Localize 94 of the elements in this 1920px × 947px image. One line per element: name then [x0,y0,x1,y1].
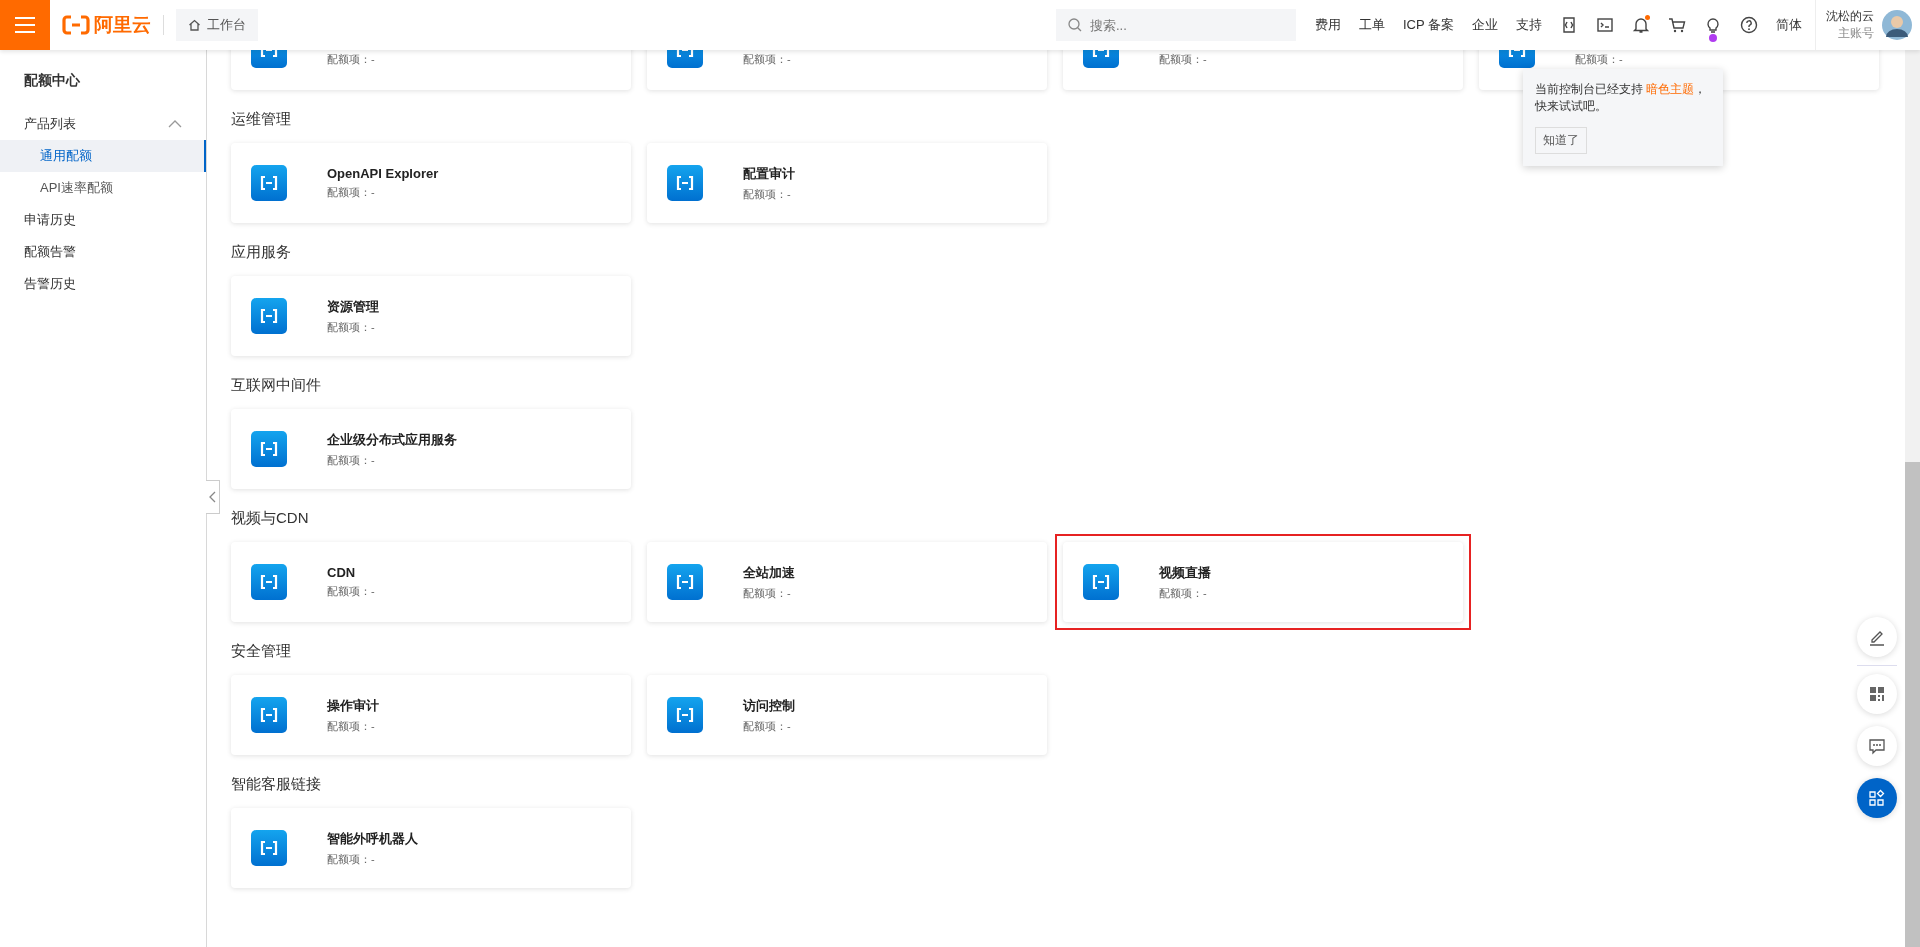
product-name: 访问控制 [743,696,795,715]
product-name: 全站加速 [743,563,795,582]
section-title: 运维管理 [231,109,291,129]
product-name: OpenAPI Explorer [327,166,439,181]
product-card[interactable]: 视频直播 配额项：- [1063,542,1463,622]
qr-code-icon [1868,685,1886,703]
quota-label: 配额项：- [327,52,375,67]
apps-icon [1868,789,1886,807]
product-icon [667,564,703,600]
section-title: 安全管理 [231,641,291,661]
product-card[interactable]: 全站加速 配额项：- [647,542,1047,622]
edit-button[interactable] [1857,617,1897,657]
menu-icon [14,16,36,34]
section-title: 互联网中间件 [231,375,321,395]
user-name: 沈松的云 [1826,8,1874,25]
product-icon [251,298,287,334]
nav-link[interactable]: 工单 [1358,16,1385,34]
product-icon [1083,564,1119,600]
quota-label: 配额项：- [327,185,376,200]
quota-label: 配额项：- [743,718,792,734]
sidebar-item[interactable]: 产品列表 [0,108,206,140]
product-card[interactable]: 访问控制 配额项：- [647,675,1047,755]
product-icon [251,697,287,733]
section-title: 视频与CDN [231,508,309,528]
quota-label: 配额项：- [327,718,376,734]
quota-label: 配额项：- [327,584,375,599]
product-icon [667,697,703,733]
product-icon [251,564,287,600]
search-field[interactable]: 搜索... [1055,9,1296,41]
workbench-button[interactable]: 工作台 [176,9,258,41]
product-card[interactable]: 企业级分布式应用服务 配额项：- [231,409,631,489]
quota-label: 配额项：- [1159,585,1208,601]
chat-icon [1868,737,1886,755]
avatar-icon[interactable] [1882,10,1912,40]
quota-label: 配额项：- [743,186,792,202]
product-card[interactable]: 配额项：- [1063,50,1463,90]
product-name: 操作审计 [327,696,379,715]
product-card[interactable]: 配额项：- [647,50,1047,90]
logo-icon [62,15,90,35]
product-name: 资源管理 [327,297,379,316]
cart-icon[interactable] [1668,16,1686,34]
sidebar-item[interactable]: 告警历史 [0,268,206,300]
chevron-left-icon [209,491,216,503]
sidebar-item[interactable]: 申请历史 [0,204,206,236]
product-card[interactable]: 资源管理 配额项：- [231,276,631,356]
sidebar-title: 配额中心 [23,71,81,90]
chat-button[interactable] [1857,726,1897,766]
section-title: 应用服务 [231,242,291,262]
tip-text: 当前控制台已经支持 暗色主题，快来试试吧。 [1535,81,1708,115]
qr-code-button[interactable] [1857,674,1897,714]
lightbulb-icon[interactable] [1704,16,1722,34]
product-name: 视频直播 [1159,563,1211,582]
quota-label: 配额项：- [1575,52,1623,67]
account-type: 主账号 [1838,25,1874,42]
quota-label: 配额项：- [327,452,376,468]
product-card[interactable]: 智能外呼机器人 配额项：- [231,808,631,888]
sidebar-item[interactable]: 配额告警 [0,236,206,268]
language-link[interactable]: 简体 [1776,16,1802,34]
product-icon [251,830,287,866]
menu-button[interactable] [0,0,50,50]
product-name: 智能外呼机器人 [327,829,418,848]
sidebar-item[interactable]: 通用配额 [0,140,206,172]
nav-link[interactable]: 企业 [1472,16,1498,34]
terminal-icon[interactable] [1596,16,1614,34]
bell-icon[interactable] [1632,16,1650,34]
brand-name: 阿里云 [94,13,151,37]
scrollbar[interactable] [1905,50,1920,947]
search-icon [1067,18,1082,32]
product-name: CDN [327,565,357,580]
quota-label: 配额项：- [743,585,792,601]
sidebar-item[interactable]: API速率配额 [0,172,206,204]
product-card[interactable]: 操作审计 配额项：- [231,675,631,755]
quota-label: 配额项：- [327,319,376,335]
quota-label: 配额项：- [327,851,376,867]
product-card[interactable]: 配额项：- [231,50,631,90]
product-icon [667,165,703,201]
help-icon[interactable] [1740,16,1758,34]
quota-label: 配额项：- [743,52,791,67]
quota-label: 配额项：- [1159,52,1207,67]
nav-link[interactable]: 支持 [1516,16,1542,34]
product-name: 企业级分布式应用服务 [327,430,457,449]
product-icon [251,431,287,467]
apps-button[interactable] [1857,778,1897,818]
product-card[interactable]: CDN 配额项：- [231,542,631,622]
product-card[interactable]: 配置审计 配额项：- [647,143,1047,223]
home-icon [188,19,201,31]
api-icon[interactable] [1560,16,1578,34]
nav-link[interactable]: ICP 备案 [1402,16,1454,34]
section-title: 智能客服链接 [231,774,321,794]
dismiss-button[interactable]: 知道了 [1535,127,1587,154]
product-name: 配置审计 [743,164,795,183]
product-icon [251,165,287,201]
product-card[interactable]: OpenAPI Explorer 配额项：- [231,143,631,223]
nav-link[interactable]: 费用 [1314,16,1341,34]
